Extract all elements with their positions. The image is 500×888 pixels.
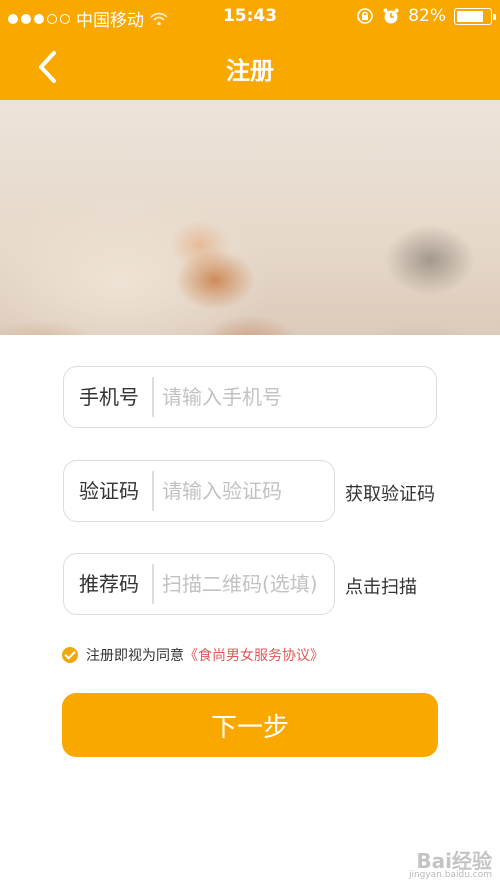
- agree-checkbox[interactable]: [62, 647, 78, 663]
- field-divider: [152, 564, 154, 604]
- next-step-button[interactable]: 下一步: [62, 693, 438, 757]
- status-right: 82%: [356, 6, 496, 26]
- banner-image: [0, 100, 500, 335]
- field-divider: [152, 471, 154, 511]
- get-code-button[interactable]: 获取验证码: [345, 480, 435, 506]
- phone-field: 手机号: [63, 366, 437, 428]
- agreement-row: 注册即视为同意 《食尚男女服务协议》: [62, 645, 324, 665]
- code-label: 验证码: [79, 479, 139, 503]
- battery-percent: 82%: [408, 6, 446, 26]
- alarm-clock-icon: [383, 8, 399, 24]
- watermark-url: jingyan.baidu.com: [408, 870, 492, 880]
- code-field: 验证码: [63, 460, 335, 522]
- phone-label: 手机号: [79, 385, 139, 409]
- agreement-link[interactable]: 《食尚男女服务协议》: [184, 645, 324, 665]
- status-bar: 中国移动 15:43 82%: [0, 0, 500, 34]
- page-title: 注册: [226, 57, 274, 85]
- rotation-lock-icon: [357, 8, 374, 24]
- referral-field: 推荐码: [63, 553, 335, 615]
- battery-icon: [454, 7, 496, 25]
- watermark: Bai经验 jingyan.baidu.com: [408, 849, 492, 882]
- scan-button[interactable]: 点击扫描: [345, 573, 417, 599]
- phone-input[interactable]: [162, 377, 422, 417]
- agreement-text: 注册即视为同意: [86, 648, 184, 664]
- referral-input[interactable]: [162, 564, 332, 604]
- field-divider: [152, 377, 154, 417]
- code-input[interactable]: [162, 471, 327, 511]
- watermark-logo: Bai经验: [416, 849, 492, 873]
- battery-fill: [457, 10, 484, 22]
- referral-label: 推荐码: [79, 572, 139, 596]
- navigation-bar: 注册: [0, 34, 500, 100]
